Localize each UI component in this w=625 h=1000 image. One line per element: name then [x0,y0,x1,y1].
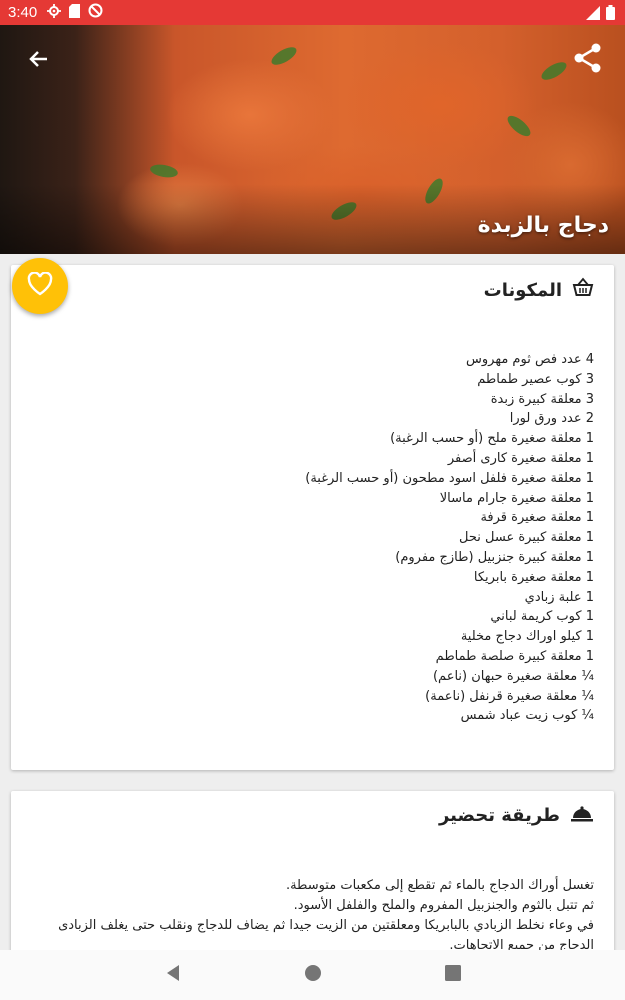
basket-icon [572,277,594,303]
ingredients-heading: المكونات [483,279,562,301]
herb-decoration [538,58,570,84]
ingredient-item: 1 علبة زبادي [524,589,594,605]
ingredient-item: 1 معلقة صغيرة ملح (أو حسب الرغبة) [390,431,594,447]
ingredient-item: 1 معلقة صغيرة فلفل اسود مطحون (أو حسب ال… [305,470,594,486]
share-button[interactable] [571,43,605,77]
cloche-icon [570,803,594,827]
method-step: تغسل أوراك الدجاج بالماء ثم تقطع إلى مكع… [285,878,594,893]
ingredient-item: 3 معلقة كبيرة زبدة [490,391,594,407]
herb-decoration [504,112,534,140]
method-heading: طريقة تحضير [438,804,560,826]
method-steps: تغسل أوراك الدجاج بالماء ثم تقطع إلى مكع… [27,876,594,956]
ingredient-item: ¼ معلقة صغيرة قرنفل (ناعمة) [425,688,594,704]
ingredients-header: المكونات [484,277,594,303]
ingredient-item: 1 معلقة كبيرة عسل نحل [459,530,594,546]
ingredient-item: 1 كوب كريمة لباني [490,609,594,625]
nav-recents-square-icon [444,965,461,985]
nav-back-button[interactable] [158,960,188,990]
ingredient-item: ¼ كوب زيت عباد شمس [460,708,594,724]
ingredient-item: 1 معلقة صغيرة بابريكا [473,569,594,585]
method-step: ثم تتبل بالثوم والجنزبيل المفروم والملح … [293,898,594,913]
ingredient-item: 1 كيلو اوراك دجاج مخلية [460,629,594,645]
ingredients-list: 4 عدد فص ثوم مهروس 3 كوب عصير طماطم 3 مع… [305,350,594,726]
ingredient-item: 1 معلقة صغيرة قرفة [480,510,594,526]
ingredients-card: المكونات 4 عدد فص ثوم مهروس 3 كوب عصير ط… [11,265,614,770]
ingredient-item: 1 معلقة صغيرة كارى أصفر [447,450,594,466]
arrow-back-icon [27,48,49,74]
nav-home-button[interactable] [298,960,328,990]
ingredient-item: 1 معلقة صغيرة جارام ماسالا [439,490,594,506]
heart-outline-icon [27,271,53,300]
share-icon [574,43,602,77]
settings-gear-icon [47,3,62,22]
ingredient-item: 3 كوب عصير طماطم [477,371,594,387]
method-card: طريقة تحضير تغسل أوراك الدجاج بالماء ثم … [11,791,614,961]
favorite-button[interactable] [12,258,68,314]
sd-card-icon [69,3,81,22]
recipe-hero-image: دجاج بالزبدة [0,25,625,254]
ingredient-item: 2 عدد ورق لورا [509,411,594,427]
ingredient-item: 1 معلقة كبيرة صلصة طماطم [435,648,594,664]
herb-decoration [268,43,300,69]
nav-back-triangle-icon [165,964,181,986]
recipe-title: دجاج بالزبدة [477,213,609,238]
ingredient-item: 1 معلقة كبيرة جنزبيل (طازج مفروم) [395,549,594,565]
nav-home-circle-icon [304,964,322,986]
blocked-icon [88,3,103,22]
battery-icon [606,5,615,24]
ingredient-item: 4 عدد فص ثوم مهروس [466,352,594,367]
status-time: 3:40 [8,4,38,21]
herb-decoration [149,162,179,180]
wifi-icon [586,5,600,24]
nav-recents-button[interactable] [438,960,468,990]
system-nav-bar [0,950,625,1000]
method-header: طريقة تحضير [439,803,594,827]
ingredient-item: ¼ معلقة صغيرة حبهان (ناعم) [432,668,594,684]
status-bar: 3:40 [0,0,625,25]
back-button[interactable] [22,45,54,77]
